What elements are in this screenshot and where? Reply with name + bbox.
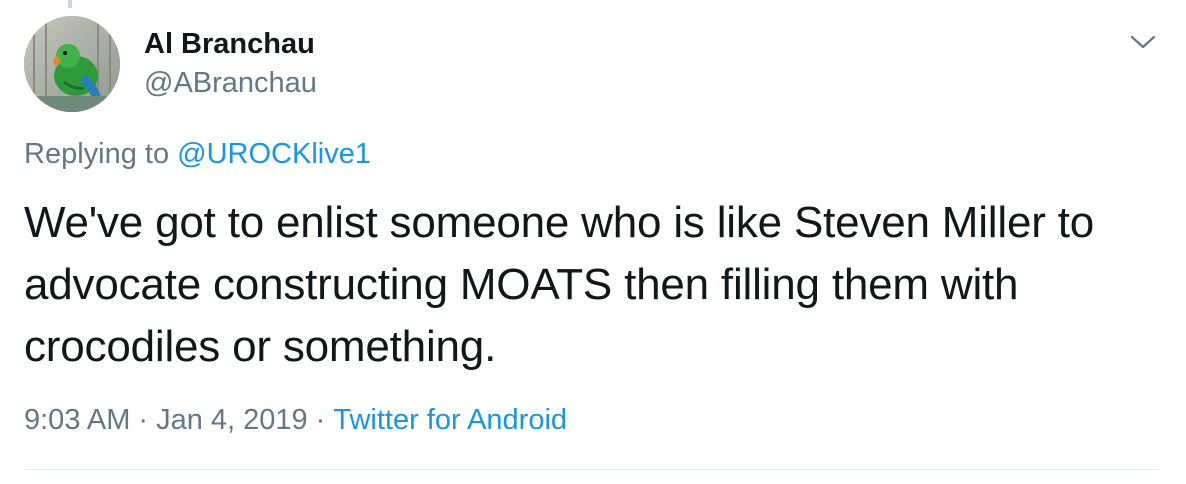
tweet-text: We've got to enlist someone who is like … — [24, 198, 1095, 371]
avatar[interactable] — [24, 16, 120, 112]
tweet-metadata: 9:03 AM · Jan 4, 2019 · Twitter for Android — [24, 404, 567, 437]
replying-to-label: Replying to — [24, 138, 170, 170]
divider — [24, 469, 1160, 470]
tweet-date[interactable]: Jan 4, 2019 — [156, 404, 308, 436]
thread-connector-line — [68, 0, 72, 8]
author-handle[interactable]: @ABranchau — [144, 67, 317, 100]
chevron-down-icon[interactable] — [1128, 30, 1158, 54]
tweet-source-link[interactable]: Twitter for Android — [333, 404, 567, 436]
meta-separator: · — [138, 404, 149, 436]
parrot-avatar-image — [24, 16, 120, 112]
tweet-time[interactable]: 9:03 AM — [24, 404, 130, 436]
author-display-name[interactable]: Al Branchau — [144, 28, 315, 61]
reply-mention-link[interactable]: @UROCKlive1 — [177, 138, 371, 170]
replying-to: Replying to @UROCKlive1 — [24, 138, 371, 171]
meta-separator: · — [315, 404, 326, 436]
